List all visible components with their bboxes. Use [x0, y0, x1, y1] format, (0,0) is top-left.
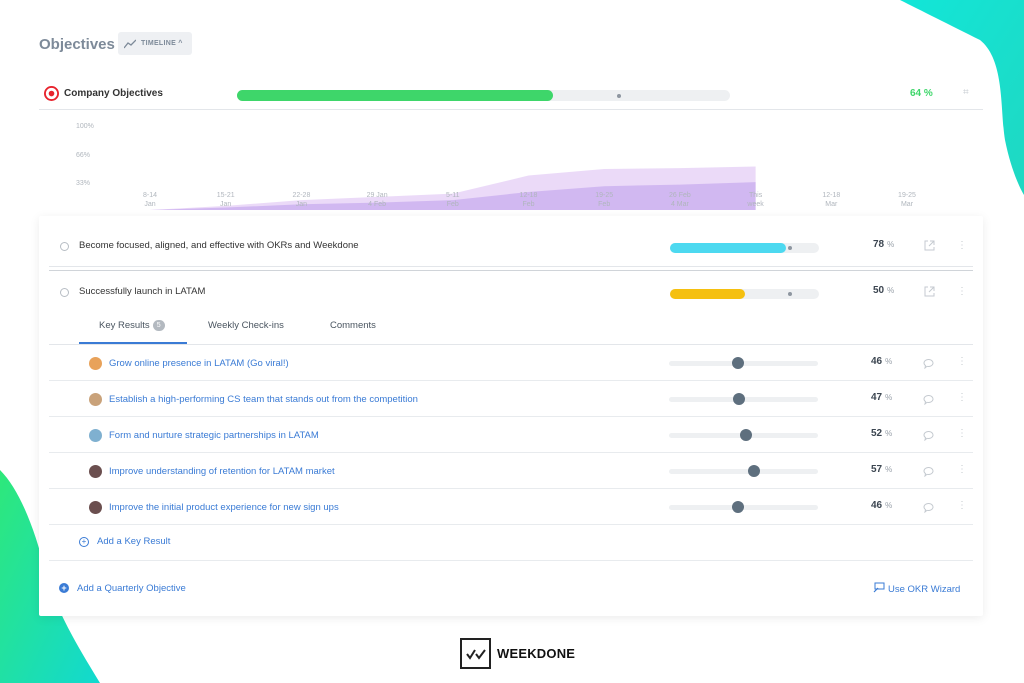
objective-progress-pct: 78% [873, 239, 895, 250]
slider-handle[interactable] [733, 393, 746, 405]
avatar [89, 357, 102, 370]
objective-status-radio[interactable] [60, 242, 69, 251]
timeline-chart: 100% 66% 33% 8-14 Jan 15-21 Jan 22-28 Jan 2… [39, 118, 983, 218]
x-tick-label: 12-18 Feb [519, 192, 538, 208]
target-icon [44, 86, 59, 101]
divider [49, 270, 973, 271]
more-options-icon[interactable]: ⋮ [957, 241, 967, 251]
x-tick-label: 29 Jan 4 Feb [366, 192, 388, 208]
more-options-icon[interactable]: ⋮ [957, 465, 967, 475]
more-options-icon[interactable]: ⋮ [957, 429, 967, 439]
line-chart-icon [124, 39, 136, 48]
slider-handle[interactable] [731, 501, 744, 513]
x-tick-label: 22-28 Jan [292, 192, 311, 208]
more-options-icon[interactable]: ⋮ [957, 393, 967, 403]
key-results-count-badge: 5 [152, 320, 165, 331]
company-objectives-label: Company Objectives [64, 88, 163, 99]
divider [49, 560, 973, 561]
key-result-row[interactable]: Form and nurture strategic partnerships … [49, 417, 973, 453]
timeline-toggle-button[interactable]: TIMELINE ^ [118, 32, 192, 55]
brand-logo: WEEKDONE [460, 638, 575, 669]
objective-title[interactable]: Become focused, aligned, and effective w… [79, 240, 359, 251]
objective-status-radio[interactable] [60, 288, 69, 297]
timeline-label: TIMELINE ^ [141, 40, 183, 47]
objective-title[interactable]: Successfully launch in LATAM [79, 286, 205, 297]
expected-marker [788, 246, 792, 250]
key-result-title[interactable]: Improve understanding of retention for L… [109, 466, 335, 477]
comment-icon[interactable] [923, 466, 934, 477]
key-result-slider[interactable] [669, 501, 818, 513]
key-result-pct: 52% [871, 428, 893, 439]
company-progress-fill [237, 90, 553, 101]
x-tick-label: 26 Feb 4 Mar [668, 192, 691, 208]
company-progress-bar [237, 90, 730, 101]
tab-weekly-checkins[interactable]: Weekly Check-ins [208, 320, 284, 331]
objective-progress-pct: 50% [873, 285, 895, 296]
key-result-row[interactable]: Improve the initial product experience f… [49, 489, 973, 525]
page-title: Objectives [39, 36, 115, 53]
key-result-pct: 46% [871, 356, 893, 367]
pin-icon[interactable]: ⌗ [963, 87, 969, 98]
x-tick-label: 19-25 Feb [595, 192, 614, 208]
company-progress-pct: 64 % [910, 88, 933, 99]
external-link-icon[interactable] [924, 286, 935, 297]
key-result-title[interactable]: Establish a high-performing CS team that… [109, 394, 418, 405]
key-result-slider[interactable] [669, 429, 818, 441]
key-result-slider[interactable] [669, 357, 818, 369]
tab-comments[interactable]: Comments [330, 320, 376, 331]
objective-progress-fill [670, 243, 787, 253]
key-result-row[interactable]: Grow online presence in LATAM (Go viral!… [49, 345, 973, 381]
objective-progress-bar [670, 289, 819, 299]
add-circle-icon: + [79, 537, 89, 547]
key-result-title[interactable]: Improve the initial product experience f… [109, 502, 339, 513]
external-link-icon[interactable] [924, 240, 935, 251]
avatar [89, 393, 102, 406]
more-options-icon[interactable]: ⋮ [957, 287, 967, 297]
key-result-slider[interactable] [669, 465, 818, 477]
wizard-icon [873, 582, 885, 593]
key-result-row[interactable]: Improve understanding of retention for L… [49, 453, 973, 489]
key-result-pct: 46% [871, 500, 893, 511]
slider-handle[interactable] [747, 465, 760, 477]
objectives-panel: Become focused, aligned, and effective w… [39, 216, 983, 616]
x-tick-label: 5-11 Feb [446, 192, 460, 208]
x-tick-label: This week [747, 192, 764, 208]
key-result-slider[interactable] [669, 393, 818, 405]
tab-key-results[interactable]: Key Results 5 [99, 320, 165, 331]
avatar [89, 429, 102, 442]
slider-handle[interactable] [740, 429, 753, 441]
more-options-icon[interactable]: ⋮ [957, 357, 967, 367]
comment-icon[interactable] [923, 430, 934, 441]
company-objectives-row[interactable]: Company Objectives 64 % ⌗ [39, 80, 983, 110]
objective-progress-bar [670, 243, 819, 253]
comment-icon[interactable] [923, 394, 934, 405]
checkmarks-logo-icon [460, 638, 491, 669]
okr-wizard-button[interactable]: Use OKR Wizard [873, 582, 960, 595]
avatar [89, 501, 102, 514]
x-tick-label: 12-18 Mar [822, 192, 841, 208]
expected-marker [617, 94, 621, 98]
x-tick-label: 15-21 Jan [216, 192, 235, 208]
objective-row[interactable]: Successfully launch in LATAM 50% ⋮ [49, 269, 973, 305]
objective-tabs: Key Results 5 Weekly Check-ins Comments [79, 316, 379, 344]
comment-icon[interactable] [923, 358, 934, 369]
plus-icon: + [59, 583, 69, 593]
slider-handle[interactable] [731, 357, 744, 369]
add-objective-button[interactable]: + Add a Quarterly Objective [59, 583, 186, 594]
key-result-row[interactable]: Establish a high-performing CS team that… [49, 381, 973, 417]
x-tick-label: 8-14 Jan [142, 192, 157, 208]
comment-icon[interactable] [923, 502, 934, 513]
key-result-pct: 57% [871, 464, 893, 475]
more-options-icon[interactable]: ⋮ [957, 501, 967, 511]
x-tick-label: 19-25 Mar [898, 192, 916, 208]
key-result-title[interactable]: Grow online presence in LATAM (Go viral!… [109, 358, 289, 369]
key-result-pct: 47% [871, 392, 893, 403]
key-result-title[interactable]: Form and nurture strategic partnerships … [109, 430, 319, 441]
brand-name: WEEKDONE [497, 646, 576, 661]
expected-marker [788, 292, 792, 296]
objective-progress-fill [670, 289, 745, 299]
objective-row[interactable]: Become focused, aligned, and effective w… [49, 222, 973, 267]
add-key-result-button[interactable]: + Add a Key Result [79, 536, 170, 547]
avatar [89, 465, 102, 478]
